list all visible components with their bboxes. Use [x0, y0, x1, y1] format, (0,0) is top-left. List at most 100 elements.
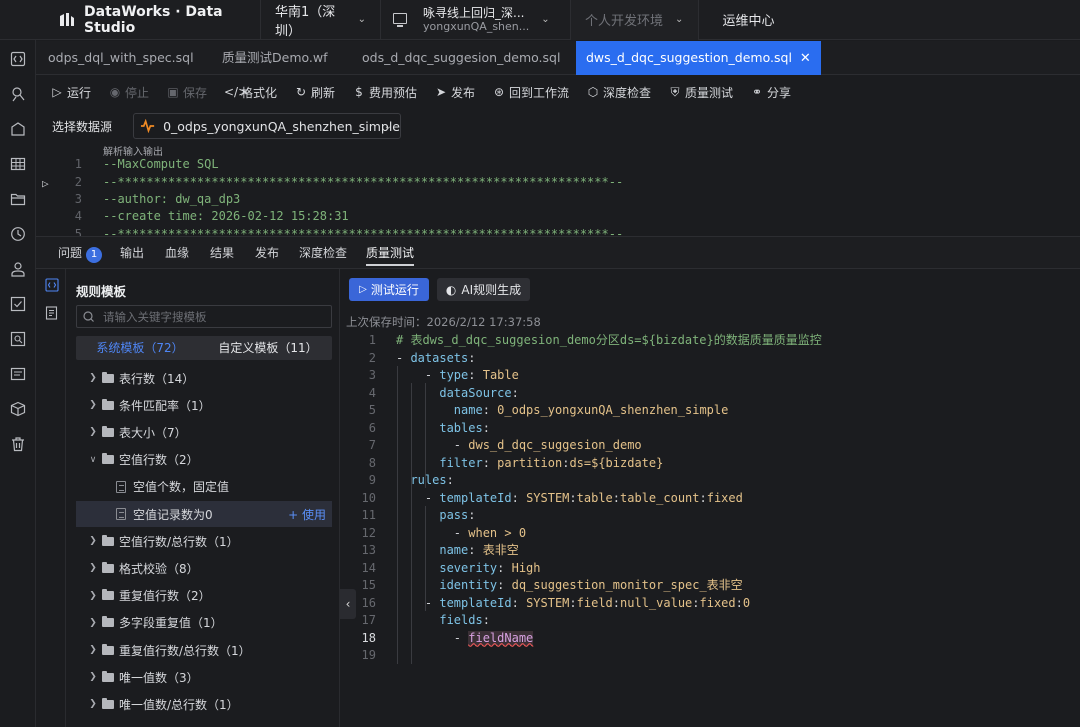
- folder-icon[interactable]: [10, 191, 26, 207]
- template-folder[interactable]: ❯ 重复值行数（2）: [76, 583, 332, 609]
- chevron-right-icon[interactable]: ❯: [86, 591, 100, 601]
- code-icon[interactable]: [10, 51, 26, 67]
- tab-issues[interactable]: 问题 1: [58, 237, 103, 269]
- folder-icon: [102, 616, 114, 628]
- code-token: -: [396, 350, 411, 365]
- template-search-input[interactable]: 请输入关键字搜模板: [76, 305, 332, 328]
- clock-icon[interactable]: [10, 226, 26, 242]
- chevron-right-icon[interactable]: ❯: [86, 563, 100, 573]
- save-button[interactable]: ▣ 保存: [166, 75, 207, 109]
- line-number: 14: [361, 560, 376, 575]
- shield-icon: ⛨: [670, 84, 680, 99]
- run-button[interactable]: ▷ 运行: [50, 75, 91, 109]
- tab-ods-dqc-suggesion-demo[interactable]: ods_d_dqc_suggesion_demo.sql: [362, 41, 560, 75]
- brand-title: DataWorks · Data Studio: [84, 3, 223, 36]
- code-token: :: [482, 403, 498, 417]
- template-folder[interactable]: ❯ 表行数（14）: [76, 365, 332, 391]
- chevron-right-icon[interactable]: ❯: [86, 400, 100, 410]
- code-token: :: [569, 490, 577, 505]
- line-number: 15: [361, 578, 376, 592]
- brand[interactable]: DataWorks · Data Studio: [0, 0, 260, 40]
- tab-deep-check[interactable]: 深度检查: [299, 237, 347, 269]
- collapse-panel-button[interactable]: ‹: [340, 589, 356, 619]
- chevron-right-icon[interactable]: ❯: [86, 618, 100, 628]
- code-line: 4 --create time: 2026-02-12 15:28:31: [36, 208, 1080, 225]
- datasource-select[interactable]: 0_odps_yongxunQA_shenzhen_simple ⌄: [133, 113, 401, 139]
- template-folder[interactable]: ❯ 多字段重复值（1）: [76, 610, 332, 636]
- system-templates-tab[interactable]: 系统模板（72）: [76, 336, 204, 360]
- line-code: - datasets:: [396, 350, 475, 368]
- doc-icon[interactable]: [10, 366, 26, 382]
- code-line: 2 --*************************************…: [36, 174, 1080, 191]
- format-label: 格式化: [241, 85, 278, 100]
- tree-label: 空值行数/总行数（1）: [119, 534, 239, 549]
- ops-center-link[interactable]: 运维中心: [698, 0, 798, 40]
- checklist-icon[interactable]: [10, 296, 26, 312]
- template-item[interactable]: 空值记录数为0 + 使用: [76, 501, 332, 527]
- table-icon[interactable]: [10, 156, 26, 172]
- publish-button[interactable]: ➤ 发布: [434, 75, 475, 109]
- test-run-button[interactable]: ▷ 测试运行: [349, 278, 429, 301]
- code-token: :: [468, 368, 483, 382]
- chevron-right-icon[interactable]: ❯: [86, 672, 100, 682]
- refresh-label: 刷新: [311, 85, 336, 100]
- chevron-right-icon[interactable]: ❯: [86, 536, 100, 546]
- template-folder[interactable]: ❯ 唯一值数（3）: [76, 664, 332, 690]
- doc-icon: [116, 480, 126, 493]
- deep-check-button[interactable]: ⬡ 深度检查: [586, 75, 651, 109]
- code-file-icon[interactable]: [45, 278, 59, 292]
- code-token: pass: [439, 508, 469, 522]
- quality-test-button[interactable]: ⛨ 质量测试: [668, 75, 733, 109]
- package-icon[interactable]: [10, 401, 26, 417]
- template-folder[interactable]: ❯ 表大小（7）: [76, 419, 332, 445]
- env-selector[interactable]: 个人开发环境 ⌄: [570, 0, 698, 40]
- chevron-right-icon[interactable]: ❯: [86, 373, 100, 383]
- cost-estimate-button[interactable]: $ 费用预估: [352, 75, 417, 109]
- tab-publish[interactable]: 发布: [255, 237, 279, 269]
- tab-dws-dqc-suggestion-demo[interactable]: dws_d_dqc_suggestion_demo.sql ✕: [576, 41, 821, 75]
- chevron-right-icon[interactable]: ❯: [86, 645, 100, 655]
- box-icon[interactable]: [10, 121, 26, 137]
- list-doc-icon[interactable]: [45, 306, 59, 320]
- back-to-workflow-button[interactable]: ⊛ 回到工作流: [492, 75, 569, 109]
- tab-result[interactable]: 结果: [210, 237, 234, 269]
- project-selector[interactable]: 咏寻线上回归_深... yongxunQA_shen... ⌄: [380, 0, 570, 40]
- tab-label: 质量测试Demo.wf: [222, 50, 328, 65]
- use-template-button[interactable]: + 使用: [288, 506, 326, 523]
- custom-templates-tab[interactable]: 自定义模板（11）: [204, 336, 332, 360]
- save-icon: ▣: [167, 85, 179, 99]
- tab-lineage[interactable]: 血缘: [165, 237, 189, 269]
- close-icon[interactable]: ✕: [800, 51, 811, 66]
- chevron-right-icon[interactable]: ❯: [86, 427, 100, 437]
- format-button[interactable]: </> 格式化: [224, 75, 277, 109]
- template-folder[interactable]: ❯ 唯一值数/总行数（1）: [76, 691, 332, 717]
- template-folder[interactable]: ❯ 格式校验（8）: [76, 555, 332, 581]
- search-person-icon[interactable]: [10, 86, 26, 102]
- tab-quality-test[interactable]: 质量测试: [366, 237, 415, 269]
- ai-rule-gen-button[interactable]: ◐ AI规则生成: [437, 278, 530, 301]
- line-code: --create time: 2026-02-12 15:28:31: [103, 209, 349, 223]
- search-doc-icon[interactable]: [10, 331, 26, 347]
- chevron-down-icon[interactable]: ∨: [86, 455, 100, 465]
- tab-odps-dql-with-spec[interactable]: odps_dql_with_spec.sql: [48, 41, 194, 75]
- line-code: name: 表非空: [396, 542, 518, 560]
- user-icon[interactable]: [10, 261, 26, 277]
- template-folder[interactable]: ❯ 空值行数/总行数（1）: [76, 528, 332, 554]
- share-button[interactable]: ⚭ 分享: [750, 75, 791, 109]
- tab-quality-test-demo[interactable]: 质量测试Demo.wf: [222, 41, 328, 75]
- template-folder[interactable]: ❯ 条件匹配率（1）: [76, 392, 332, 418]
- tab-output[interactable]: 输出: [120, 237, 144, 269]
- stop-button[interactable]: ◉ 停止: [108, 75, 149, 109]
- tree-label: 格式校验（8）: [119, 561, 199, 576]
- template-folder[interactable]: ❯ 重复值行数/总行数（1）: [76, 637, 332, 663]
- share-icon: ⚭: [751, 85, 763, 99]
- region-label: 华南1（深圳）: [275, 4, 336, 39]
- sql-editor[interactable]: 解析输入输出 ▷ 1 --MaxCompute SQL 2 --**********…: [36, 143, 1080, 236]
- template-item[interactable]: 空值个数，固定值: [76, 474, 332, 500]
- refresh-button[interactable]: ↻ 刷新: [294, 75, 335, 109]
- tree-label: 表大小（7）: [119, 425, 187, 440]
- region-selector[interactable]: 华南1（深圳） ⌄: [260, 0, 380, 40]
- template-folder[interactable]: ∨ 空值行数（2）: [76, 447, 332, 473]
- trash-icon[interactable]: [10, 436, 26, 452]
- chevron-right-icon[interactable]: ❯: [86, 699, 100, 709]
